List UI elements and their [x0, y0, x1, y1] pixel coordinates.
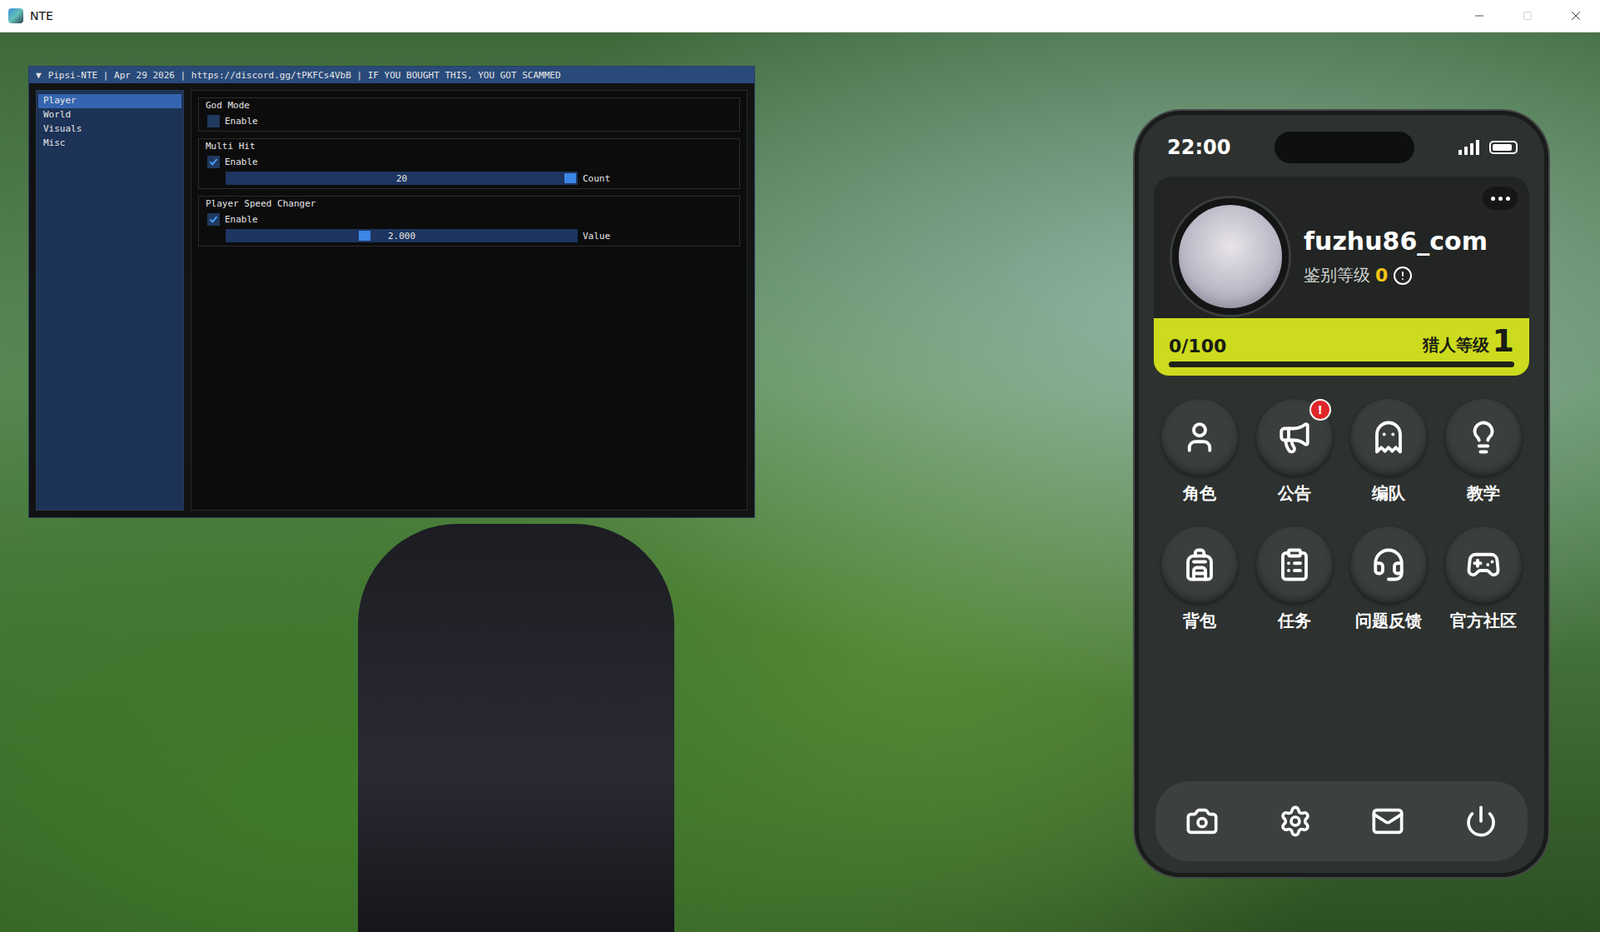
- app-button[interactable]: 背包: [1152, 526, 1248, 632]
- status-bar: 22:00: [1148, 123, 1535, 172]
- checkbox-row[interactable]: Enable: [205, 213, 733, 226]
- character-icon: [1182, 419, 1218, 455]
- group-title: Multi Hit: [205, 140, 733, 153]
- game-scene: ▼ Pipsi-NTE | Apr 29 2026 | https://disco…: [0, 32, 1600, 932]
- close-button[interactable]: [1551, 0, 1600, 32]
- slider-grab[interactable]: [564, 173, 577, 184]
- maximize-icon: [1522, 10, 1533, 21]
- lightbulb-icon: [1465, 419, 1501, 455]
- maximize-button[interactable]: [1503, 0, 1552, 32]
- backpack-icon: [1182, 546, 1218, 582]
- checkbox-row[interactable]: Enable: [205, 155, 733, 169]
- menu-title-bar[interactable]: ▼ Pipsi-NTE | Apr 29 2026 | https://disco…: [29, 66, 755, 84]
- exp-text: 0/100: [1168, 335, 1227, 357]
- slider-label: Count: [582, 173, 611, 184]
- menu-title: Pipsi-NTE | Apr 29 2026 | https://discor…: [48, 69, 562, 81]
- minimize-icon: [1472, 9, 1486, 23]
- menu-body: PlayerWorldVisualsMiscGod ModeEnableMult…: [29, 83, 755, 517]
- app-label: 背包: [1182, 609, 1217, 632]
- checkbox-label: Enable: [224, 156, 259, 168]
- team-icon: [1371, 419, 1407, 455]
- dock: [1155, 780, 1528, 861]
- slider[interactable]: 2.000: [225, 228, 578, 243]
- app-label: 公告: [1277, 481, 1312, 505]
- option-group: God Mode Enable: [198, 97, 741, 132]
- mail-icon[interactable]: [1371, 804, 1405, 838]
- app-button[interactable]: 编队: [1341, 398, 1437, 505]
- headset-icon: [1371, 546, 1407, 582]
- power-icon[interactable]: [1464, 804, 1498, 838]
- cheat-menu[interactable]: ▼ Pipsi-NTE | Apr 29 2026 | https://disco…: [28, 65, 756, 518]
- gamepad-icon: [1465, 546, 1501, 582]
- info-icon[interactable]: [1392, 265, 1413, 286]
- window-title: NTE: [29, 9, 1456, 23]
- notification-badge: !: [1309, 398, 1332, 421]
- menu-content: God Mode Enable Multi Hit Enable 20 Count Play…: [190, 89, 748, 511]
- signal-icon: [1458, 139, 1480, 155]
- option-group: Multi Hit Enable 20 Count: [198, 138, 741, 189]
- slider[interactable]: 20: [225, 171, 578, 185]
- avatar[interactable]: [1172, 198, 1289, 315]
- slider-grab[interactable]: [358, 230, 371, 241]
- collapse-toggle[interactable]: ▼: [35, 69, 42, 81]
- rank-row: 鉴别等级0: [1303, 263, 1511, 287]
- checkbox[interactable]: [207, 155, 220, 169]
- sidebar-item[interactable]: Misc: [38, 136, 182, 151]
- app-label: 问题反馈: [1355, 609, 1422, 632]
- app-button[interactable]: 问题反馈: [1341, 526, 1437, 632]
- app-button[interactable]: 任务: [1247, 526, 1342, 632]
- group-title: Player Speed Changer: [205, 198, 733, 210]
- clock: 22:00: [1167, 135, 1231, 160]
- checkbox[interactable]: [207, 114, 220, 128]
- slider-label: Value: [582, 230, 611, 242]
- app-label: 教学: [1466, 481, 1501, 505]
- gear-icon[interactable]: [1278, 804, 1312, 838]
- clipboard-icon: [1277, 546, 1312, 582]
- app-button[interactable]: 官方社区: [1436, 526, 1531, 632]
- menu-sidebar: PlayerWorldVisualsMisc: [35, 89, 184, 511]
- exp-bar: [1168, 361, 1515, 368]
- slider-row: 20 Count: [205, 171, 733, 185]
- app-label: 编队: [1371, 481, 1406, 505]
- app-icon: [8, 8, 24, 24]
- player-name: fuzhu86_com: [1303, 226, 1511, 256]
- slider-row: 2.000 Value: [205, 228, 733, 243]
- app-button[interactable]: 教学: [1436, 398, 1531, 505]
- profile-card: fuzhu86_com 鉴别等级0 0/100 猎人等级1: [1153, 176, 1530, 376]
- app-button[interactable]: 角色: [1152, 398, 1248, 505]
- battery-icon: [1489, 140, 1518, 155]
- app-grid: 角色! 公告 编队 教学背包 任务 问题反馈 官方社区: [1148, 375, 1535, 632]
- character: [357, 523, 675, 932]
- hunter-level: 猎人等级1: [1422, 324, 1515, 357]
- phone-menu: 22:00 fuzhu86_com 鉴别等级0 0/100 猎人等级1 角色! 公告 编队 教学…: [1134, 110, 1549, 877]
- group-title: God Mode: [205, 99, 733, 112]
- more-icon[interactable]: [1482, 186, 1518, 210]
- sidebar-item[interactable]: Player: [38, 94, 182, 109]
- checkbox[interactable]: [207, 213, 220, 226]
- check-icon: [208, 157, 219, 167]
- title-bar: NTE: [0, 0, 1600, 33]
- app-button[interactable]: ! 公告: [1247, 398, 1342, 505]
- app-label: 官方社区: [1450, 609, 1517, 632]
- checkbox-label: Enable: [224, 213, 259, 225]
- level-band: 0/100 猎人等级1: [1153, 318, 1530, 376]
- checkbox-label: Enable: [224, 115, 259, 127]
- app-label: 角色: [1182, 481, 1217, 505]
- megaphone-icon: [1277, 419, 1312, 455]
- camera-icon[interactable]: [1185, 804, 1219, 838]
- slider-value: 20: [396, 173, 408, 184]
- app-window: NTE ▼ Pipsi-NTE | Apr 29 2026 | https://di…: [0, 0, 1600, 932]
- sidebar-item[interactable]: World: [38, 108, 182, 123]
- sidebar-item[interactable]: Visuals: [38, 122, 182, 137]
- slider-value: 2.000: [387, 230, 416, 242]
- check-icon: [208, 214, 219, 224]
- minimize-button[interactable]: [1455, 0, 1504, 32]
- notch: [1274, 131, 1415, 164]
- app-label: 任务: [1277, 609, 1312, 632]
- option-group: Player Speed Changer Enable 2.000 Value: [198, 195, 741, 247]
- close-icon: [1568, 8, 1584, 24]
- checkbox-row[interactable]: Enable: [205, 114, 733, 128]
